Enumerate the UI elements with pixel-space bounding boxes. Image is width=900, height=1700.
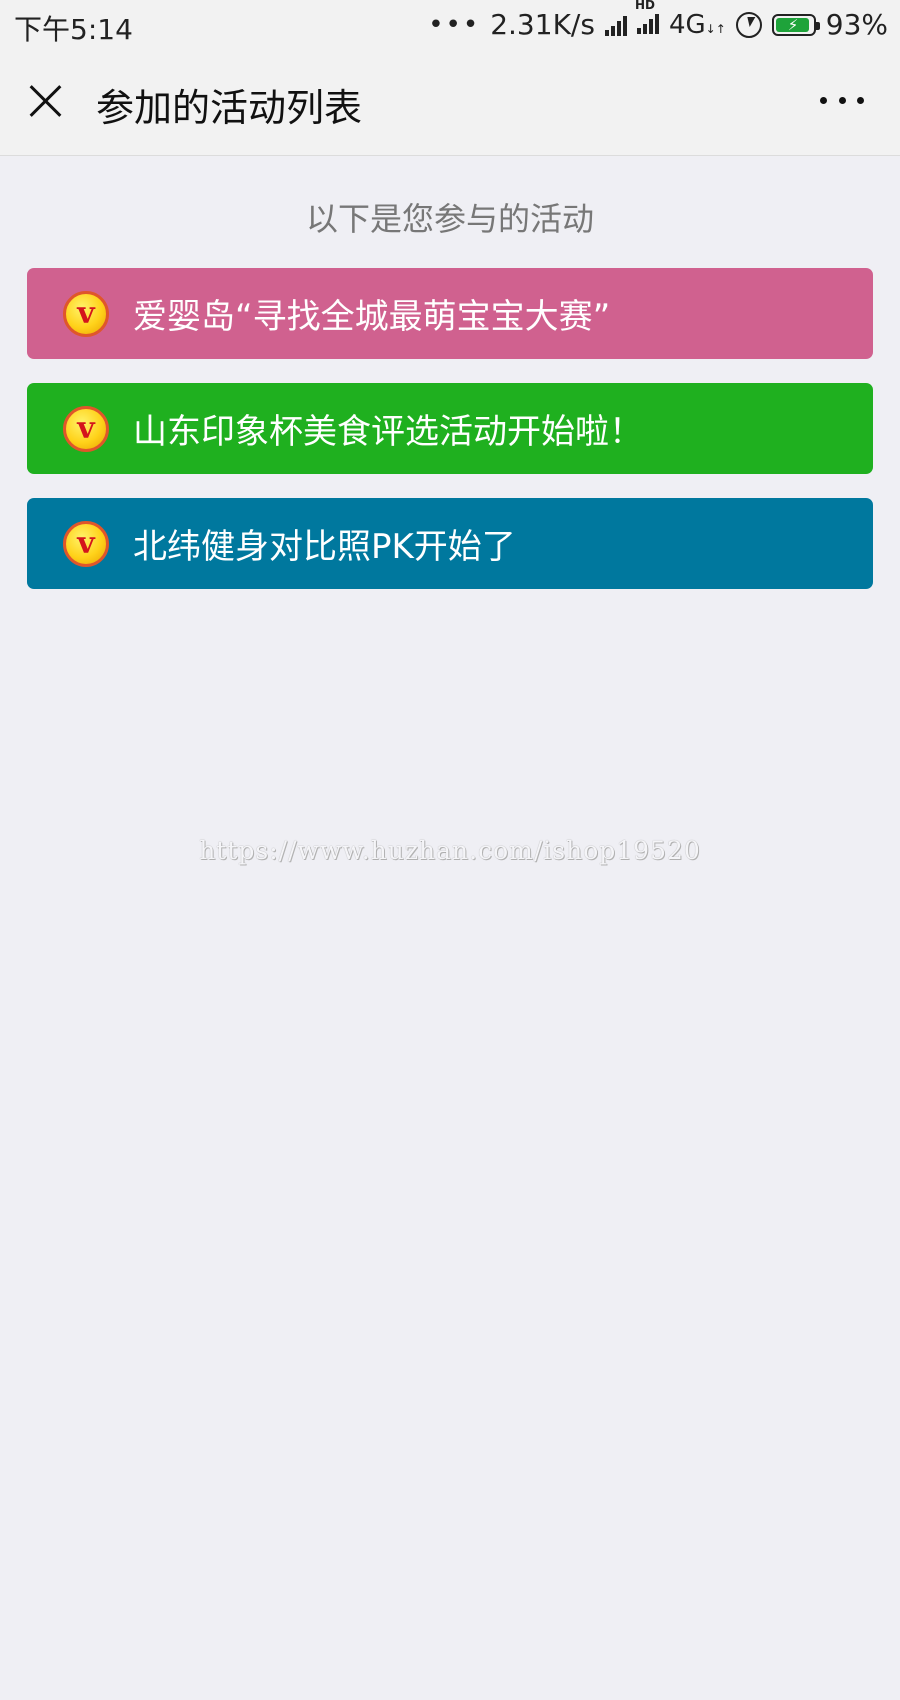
close-icon[interactable] <box>26 80 66 120</box>
network-type: 4G↓↑ <box>669 10 726 40</box>
hd-signal-icon: HD <box>635 0 659 41</box>
more-options-icon[interactable] <box>820 88 864 112</box>
nav-bar: 参加的活动列表 <box>0 48 900 156</box>
v-badge-icon: v <box>63 520 109 567</box>
more-notifications-icon: ••• <box>428 9 481 40</box>
activity-label: 北纬健身对比照PK开始了 <box>133 527 516 567</box>
activity-item[interactable]: v 爱婴岛“寻找全城最萌宝宝大赛” <box>27 268 873 359</box>
v-badge-icon: v <box>63 290 109 337</box>
battery-percent: 93% <box>825 8 888 41</box>
status-time: 下午5:14 <box>14 13 133 46</box>
data-arrows-icon: ↓↑ <box>705 21 726 36</box>
list-subtitle: 以下是您参与的活动 <box>305 200 594 238</box>
network-type-label: 4G <box>668 9 706 40</box>
battery-icon: ⚡ <box>771 13 820 36</box>
status-icons: ••• 2.31K/s HD 4G↓↑ ⚡ 93% <box>428 0 888 41</box>
activity-label: 爱婴岛“寻找全城最萌宝宝大赛” <box>133 297 611 337</box>
fast-charge-icon <box>735 11 762 38</box>
activity-label: 山东印象杯美食评选活动开始啦！ <box>133 412 643 452</box>
network-speed: 2.31K/s <box>490 8 595 41</box>
activity-item[interactable]: v 山东印象杯美食评选活动开始啦！ <box>27 383 873 474</box>
charging-bolt-icon: ⚡ <box>787 15 799 34</box>
watermark: https://www.huzhan.com/ishop19520 <box>199 836 701 865</box>
page-title: 参加的活动列表 <box>96 86 363 130</box>
signal-icon <box>604 14 627 36</box>
activity-item[interactable]: v 北纬健身对比照PK开始了 <box>27 498 873 589</box>
hd-label: HD <box>634 0 655 12</box>
v-badge-icon: v <box>63 405 109 452</box>
status-bar: 下午5:14 ••• 2.31K/s HD 4G↓↑ ⚡ 93% <box>0 0 900 48</box>
